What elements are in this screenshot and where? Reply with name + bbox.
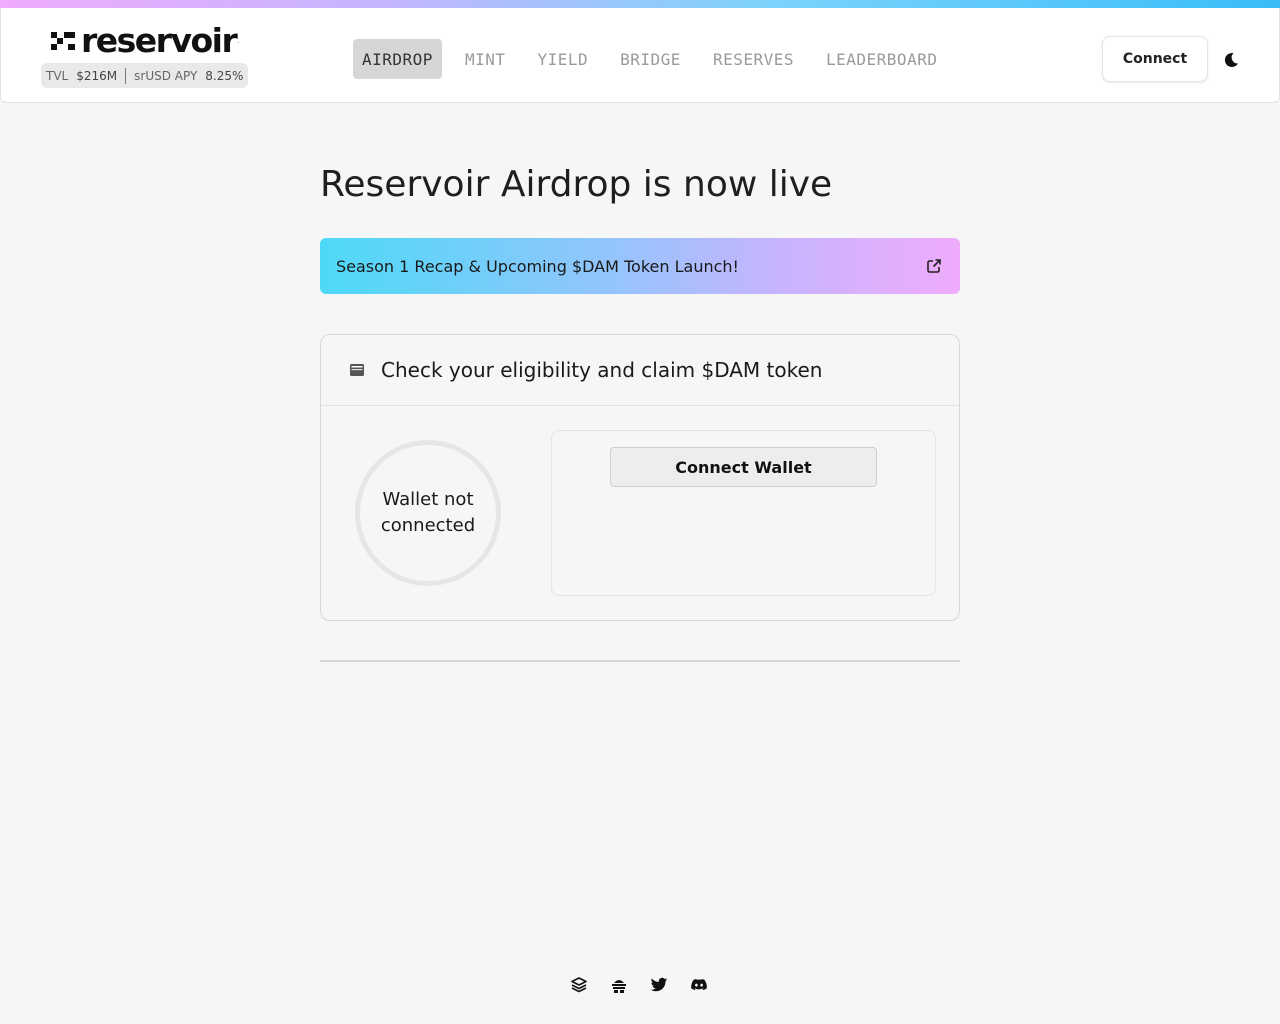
eligibility-card: Check your eligibility and claim $DAM to…	[320, 334, 960, 621]
main-nav: AIRDROP MINT YIELD BRIDGE RESERVES LEADE…	[353, 39, 960, 79]
nav-item-yield[interactable]: YIELD	[528, 39, 597, 79]
stats-divider	[125, 67, 127, 84]
nav-item-bridge[interactable]: BRIDGE	[611, 39, 690, 79]
discord-icon[interactable]	[688, 974, 710, 996]
eligibility-title: Check your eligibility and claim $DAM to…	[381, 358, 823, 382]
twitter-icon[interactable]	[648, 974, 670, 996]
eligibility-card-header: Check your eligibility and claim $DAM to…	[321, 335, 959, 406]
connect-button[interactable]: Connect	[1102, 36, 1208, 82]
nav-item-airdrop[interactable]: AIRDROP	[353, 39, 442, 79]
forum-icon[interactable]	[608, 974, 630, 996]
moon-icon[interactable]	[1221, 50, 1241, 70]
apy-value: 8.25%	[205, 68, 244, 83]
site-header: reservoir . TVL $216M srUSD APY 8.25% AI…	[0, 8, 1280, 103]
wallet-status-ring: Wallet not connected	[355, 440, 501, 586]
nav-item-leaderboard[interactable]: LEADERBOARD	[817, 39, 946, 79]
top-gradient-bar	[0, 0, 1280, 8]
reservoir-logo[interactable]: reservoir .	[51, 21, 240, 60]
connect-wallet-button[interactable]: Connect Wallet	[610, 447, 877, 487]
claim-panel: Connect Wallet	[551, 430, 936, 596]
logo-trademark-dot: .	[237, 37, 240, 45]
docs-icon[interactable]	[568, 974, 590, 996]
logo-text: reservoir	[81, 21, 238, 60]
apy-label: srUSD APY	[134, 68, 198, 83]
banner-text: Season 1 Recap & Upcoming $DAM Token Lau…	[336, 256, 739, 276]
page-title: Reservoir Airdrop is now live	[320, 164, 833, 205]
logo-mark-icon	[51, 32, 75, 50]
season-recap-banner[interactable]: Season 1 Recap & Upcoming $DAM Token Lau…	[320, 238, 960, 294]
nav-item-reserves[interactable]: RESERVES	[704, 39, 803, 79]
footer-socials	[568, 974, 710, 996]
external-link-icon	[927, 259, 941, 273]
protocol-stats: TVL $216M srUSD APY 8.25%	[41, 63, 249, 88]
wallet-status-text: Wallet not connected	[380, 489, 476, 536]
wallet-icon	[350, 364, 364, 376]
tvl-label: TVL	[46, 68, 69, 83]
tvl-value: $216M	[76, 68, 118, 83]
content-divider	[320, 660, 960, 662]
nav-item-mint[interactable]: MINT	[456, 39, 515, 79]
